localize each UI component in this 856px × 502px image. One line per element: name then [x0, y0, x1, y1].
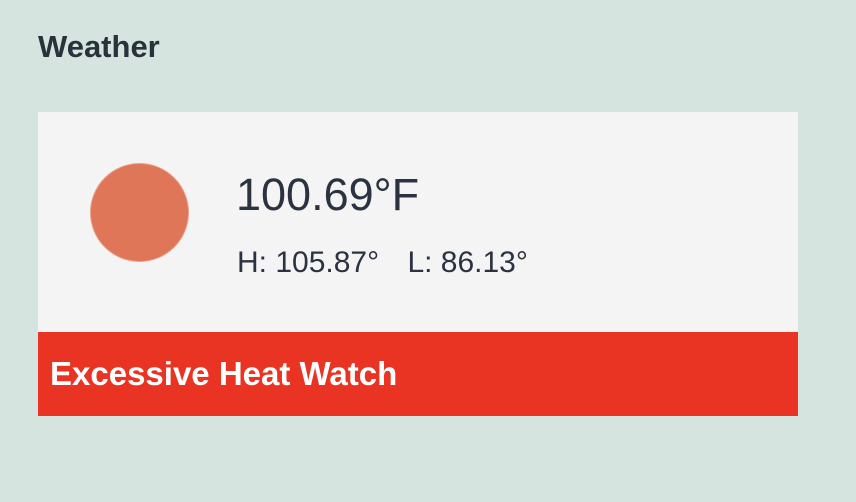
current-temperature: 100.69°F [236, 169, 420, 220]
weather-card: 100.69°F H: 105.87° L: 86.13° Excessive … [38, 112, 798, 416]
weather-widget: Weather 100.69°F H: 105.87° L: 86.13° Ex… [0, 0, 856, 502]
weather-alert-banner[interactable]: Excessive Heat Watch [38, 332, 798, 416]
widget-title: Weather [38, 29, 160, 64]
high-temperature: H: 105.87° [237, 246, 380, 279]
weather-alert-text: Excessive Heat Watch [50, 355, 398, 392]
low-temperature: L: 86.13° [407, 246, 528, 279]
high-low-temperatures: H: 105.87° L: 86.13° [237, 244, 528, 282]
sun-icon [90, 163, 189, 262]
